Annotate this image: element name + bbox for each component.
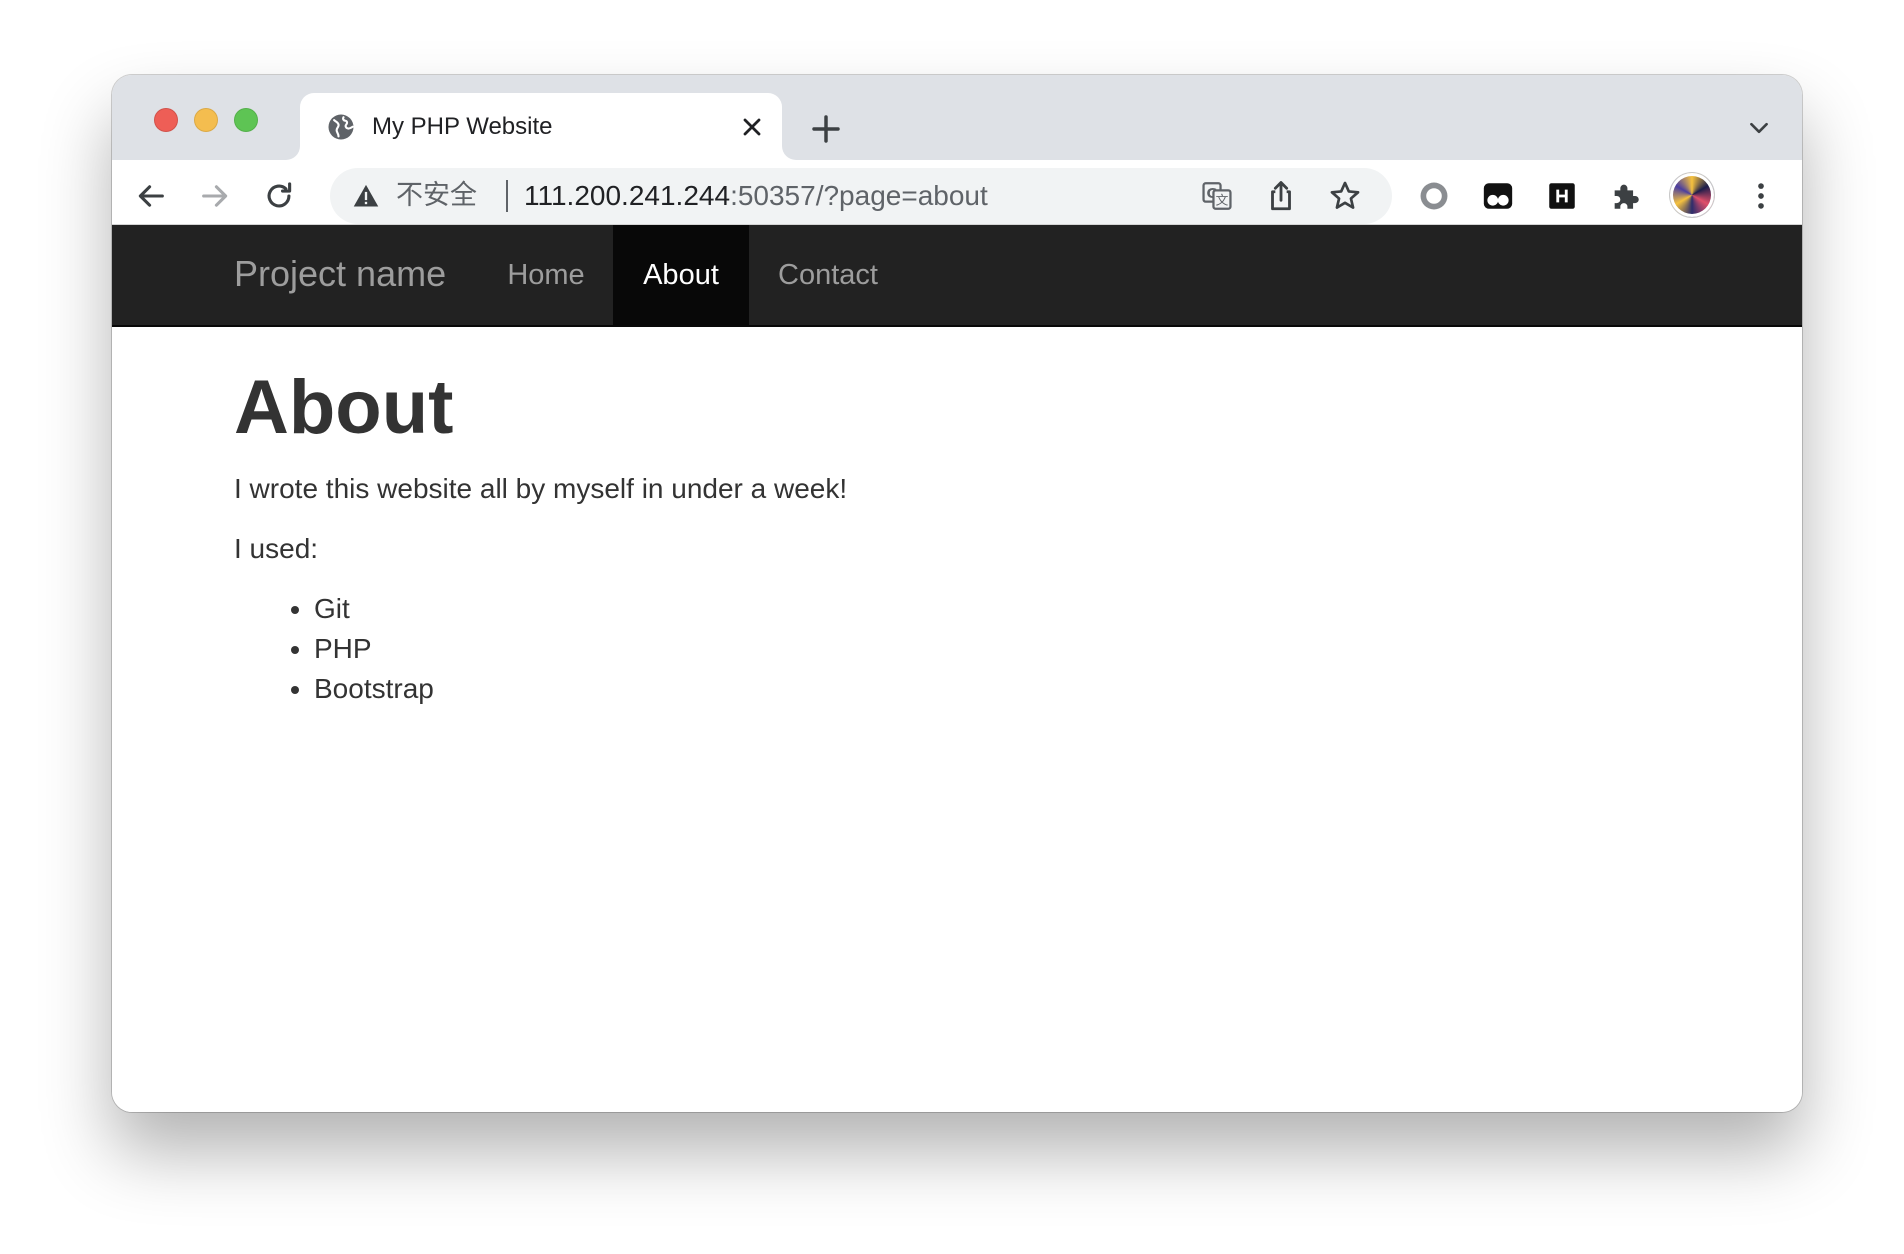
browser-window: My PHP Website 不安全 111.200.241.244:50357… — [112, 75, 1802, 1112]
omnibox-divider — [506, 180, 508, 212]
tools-list: Git PHP Bootstrap — [234, 589, 434, 709]
url-path: :50357/?page=about — [730, 180, 988, 211]
translate-icon[interactable]: G 文 — [1200, 179, 1234, 213]
puzzle-icon[interactable] — [1609, 179, 1643, 213]
active-tab[interactable]: My PHP Website — [300, 93, 782, 160]
intro-text: I wrote this website all by myself in un… — [234, 473, 848, 504]
h-extension-icon[interactable] — [1545, 179, 1579, 213]
browser-toolbar: 不安全 111.200.241.244:50357/?page=about G … — [112, 160, 1802, 225]
back-arrow-icon[interactable] — [134, 179, 168, 213]
globe-icon — [328, 114, 354, 140]
used-label: I used: — [234, 533, 319, 564]
navbar-brand[interactable]: Project name — [234, 253, 446, 295]
maximize-window-button[interactable] — [234, 108, 258, 132]
site-navbar: Project name Home About Contact — [112, 225, 1802, 327]
page-heading: About — [234, 365, 454, 450]
svg-text:文: 文 — [1216, 194, 1229, 209]
list-item: PHP — [314, 629, 434, 669]
warning-icon[interactable] — [352, 182, 380, 210]
address-bar[interactable]: 不安全 111.200.241.244:50357/?page=about G … — [330, 168, 1392, 224]
not-secure-label[interactable]: 不安全 — [396, 181, 477, 211]
list-item: Bootstrap — [314, 669, 434, 709]
nav-contact[interactable]: Contact — [749, 225, 907, 325]
minimize-window-button[interactable] — [194, 108, 218, 132]
list-item: Git — [314, 589, 434, 629]
nav-about[interactable]: About — [613, 225, 749, 325]
url-text[interactable]: 111.200.241.244:50357/?page=about — [524, 180, 988, 212]
reload-icon[interactable] — [262, 179, 296, 213]
profile-avatar[interactable] — [1670, 173, 1714, 217]
tab-title: My PHP Website — [372, 113, 553, 140]
close-tab-icon[interactable] — [738, 113, 766, 141]
nav-home[interactable]: Home — [479, 225, 613, 325]
share-icon[interactable] — [1264, 179, 1298, 213]
main-content: About I wrote this website all by myself… — [234, 365, 1802, 704]
record-icon[interactable] — [1417, 179, 1451, 213]
kebab-menu-icon[interactable] — [1744, 179, 1778, 213]
tab-strip: My PHP Website — [112, 75, 1802, 160]
url-host: 111.200.241.244 — [524, 180, 731, 211]
close-window-button[interactable] — [154, 108, 178, 132]
eyes-extension-icon[interactable] — [1481, 179, 1515, 213]
forward-arrow-icon[interactable] — [198, 179, 232, 213]
new-tab-icon[interactable] — [810, 113, 842, 145]
chevron-down-icon[interactable] — [1746, 115, 1772, 141]
web-page: Project name Home About Contact About I … — [112, 225, 1802, 1112]
bookmark-star-icon[interactable] — [1328, 179, 1362, 213]
